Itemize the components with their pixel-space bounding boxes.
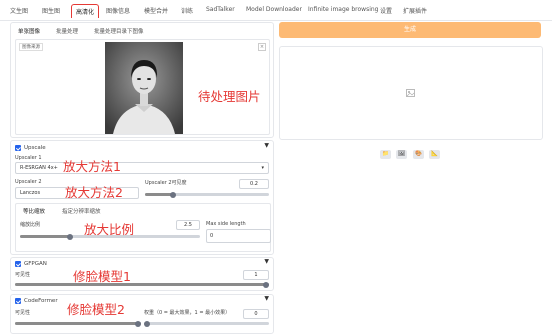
codeformer-weight-slider[interactable] [144,320,269,327]
image-input-panel: 单张图像 批量处理 批量处理目录下图像 图像来源 × 待处理图片 [10,22,274,138]
palette-icon[interactable]: 🎨 [413,150,424,159]
folder-icon[interactable]: 📁 [380,150,391,159]
visibility-slider[interactable] [145,191,269,198]
codeformer-weight-label: 权重（0 = 最大效果，1 = 最小效果） [144,310,231,316]
subtab-batch-directory[interactable]: 批量处理目录下图像 [94,27,144,35]
gfpgan-collapse-icon[interactable]: ▼ [264,258,269,265]
gfpgan-slider-knob[interactable] [263,281,269,288]
collapse-icon[interactable]: ▼ [264,142,269,149]
tab-sadtalker[interactable]: SadTalker [206,6,235,13]
upscaler1-value: R-ESRGAN 4x+ [20,165,58,171]
visibility-label: Upscaler 2可见度 [145,180,187,186]
output-image-panel [279,46,543,140]
tab-extensions[interactable]: 扩展插件 [403,6,427,15]
tab-scale-to[interactable]: 指定分辨率缩放 [62,207,101,215]
image-source-label: 图像来源 [19,43,43,51]
image-annotation: 待处理图片 [198,89,261,104]
codeformer-slider-knob[interactable] [135,320,141,327]
codeformer-weight-knob[interactable] [144,320,150,327]
image-dropzone[interactable]: 图像来源 × 待处理图片 [15,39,270,135]
scale-annotation: 放大比例 [84,222,135,237]
tab-settings[interactable]: 设置 [380,6,392,15]
upscaler2-label: Upscaler 2 [15,179,42,185]
gfpgan-title: GFPGAN [24,261,47,267]
gfpgan-annotation: 修脸模型1 [73,269,131,284]
main-tab-bar: 文生图 图生图 高清化 图像信息 模型合并 训练 SadTalker Model… [0,0,552,21]
subtab-batch[interactable]: 批量处理 [56,27,78,35]
gfpgan-visibility-slider[interactable] [15,281,269,288]
upscaler1-select[interactable]: R-ESRGAN 4x+ ▾ [15,162,269,174]
portrait-image [105,42,183,134]
upscaler1-annotation: 放大方法1 [63,159,121,174]
clear-image-icon[interactable]: × [258,43,266,51]
tab-extras[interactable]: 高清化 [71,4,100,18]
resize-panel: 等比缩放 指定分辨率缩放 缩放比例 2.5 放大比例 Max side leng… [15,203,271,252]
upscale-checkbox[interactable] [15,145,21,151]
codeformer-collapse-icon[interactable]: ▼ [264,295,269,302]
tab-train[interactable]: 训练 [181,6,193,15]
scale-number[interactable]: 2.5 [176,220,200,230]
tab-scale-by[interactable]: 等比缩放 [23,207,45,215]
codeformer-visibility-label: 可见性 [15,310,31,316]
tab-txt2img[interactable]: 文生图 [10,6,28,15]
gfpgan-checkbox[interactable] [15,261,21,267]
codeformer-checkbox[interactable] [15,298,21,304]
codeformer-title: CodeFormer [24,298,58,304]
gfpgan-visibility-number[interactable]: 1 [243,270,269,280]
gfpgan-visibility-label: 可见性 [15,272,31,278]
subtab-single-image[interactable]: 单张图像 [18,27,40,35]
codeformer-weight-number[interactable]: 0 [243,309,269,319]
generate-button[interactable]: 生成 [279,22,541,38]
tab-infinite-image-browsing[interactable]: Infinite image browsing [308,6,379,13]
gfpgan-section: GFPGAN ▼ 可见性 1 修脸模型1 [10,257,274,291]
image-icon[interactable]: 🖼 [396,150,407,159]
upscaler2-value: Lanczos [20,190,41,196]
visibility-number[interactable]: 0.2 [239,179,269,189]
max-side-label: Max side length [206,221,246,227]
codeformer-visibility-slider[interactable] [15,320,141,327]
upscale-section: Upscale ▼ Upscaler 1 R-ESRGAN 4x+ ▾ 放大方法… [10,140,274,255]
codeformer-section: CodeFormer ▼ 可见性 权重（0 = 最大效果，1 = 最小效果） 0… [10,294,274,334]
chevron-down-icon: ▾ [261,165,264,171]
extras-icon[interactable]: 📐 [429,150,440,159]
tab-img2img[interactable]: 图生图 [42,6,60,15]
codeformer-annotation: 修脸模型2 [67,302,125,317]
upscaler2-annotation: 放大方法2 [65,185,123,200]
max-side-input[interactable]: 0 [206,229,271,243]
upscaler1-label: Upscaler 1 [15,155,42,161]
tab-pnginfo[interactable]: 图像信息 [106,6,130,15]
scale-slider-knob[interactable] [67,233,73,240]
visibility-slider-knob[interactable] [170,191,176,198]
tab-model-downloader[interactable]: Model Downloader [246,6,302,13]
upscale-title: Upscale [24,145,46,151]
scale-label: 缩放比例 [20,222,41,228]
tab-merge[interactable]: 模型合并 [144,6,168,15]
image-placeholder-icon [406,89,415,97]
